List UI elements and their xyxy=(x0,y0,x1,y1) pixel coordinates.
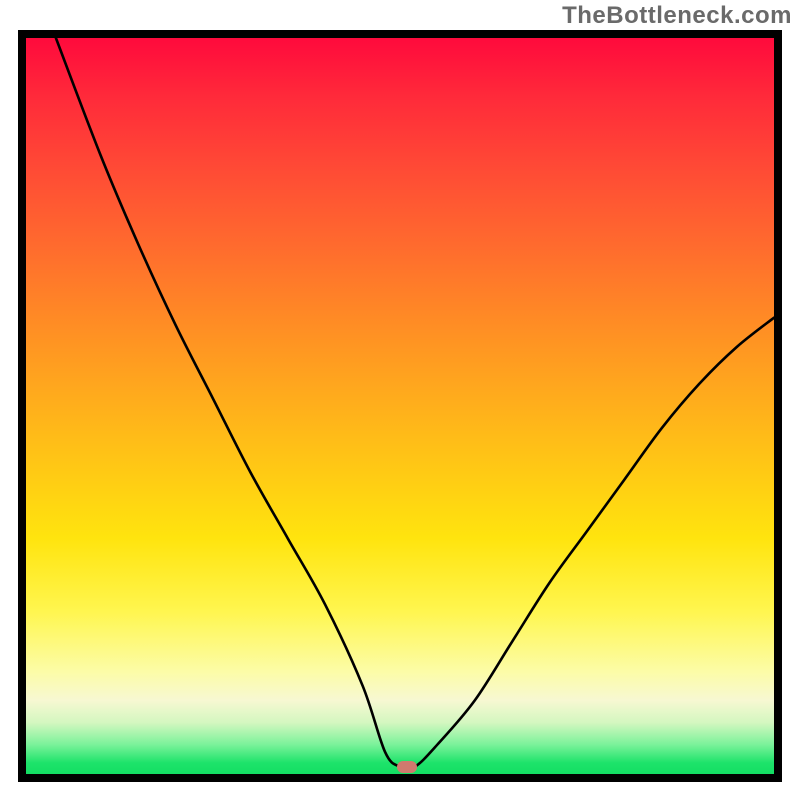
watermark-text: TheBottleneck.com xyxy=(562,2,792,30)
plot-border xyxy=(18,30,782,782)
chart-frame: TheBottleneck.com xyxy=(0,0,800,800)
plot-panel xyxy=(26,38,774,774)
minimum-marker-icon xyxy=(397,761,417,773)
bottleneck-curve xyxy=(26,38,774,774)
